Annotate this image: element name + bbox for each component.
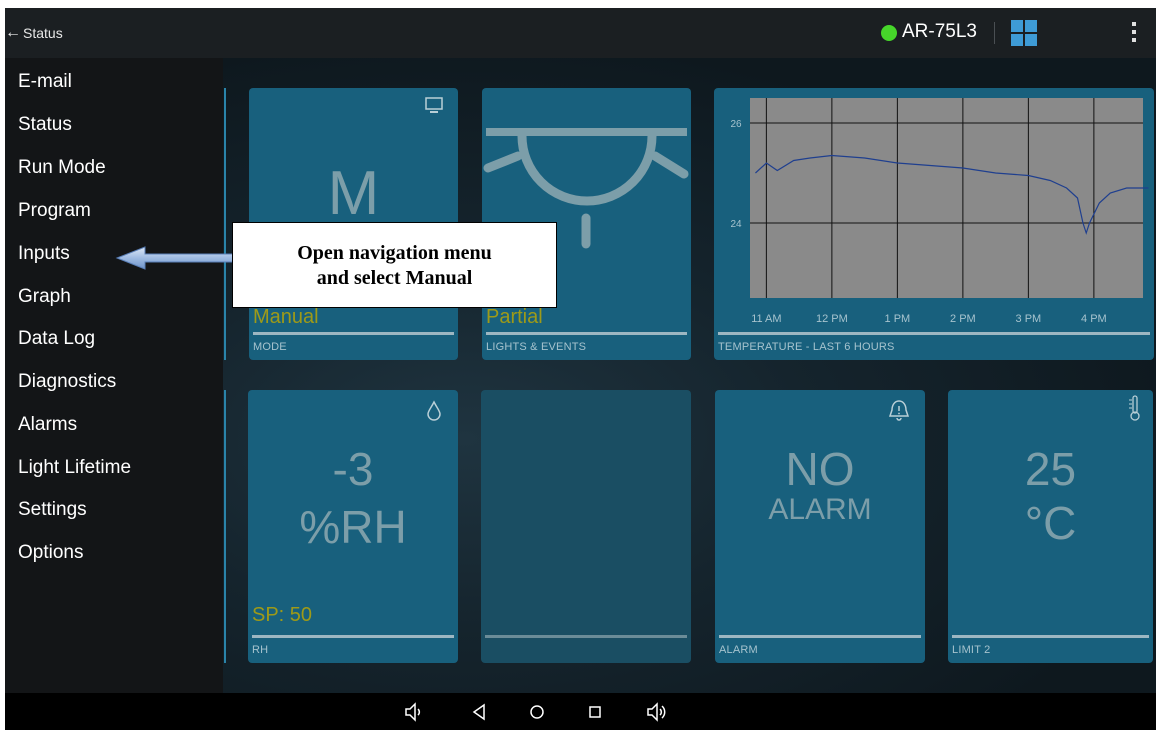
kebab-menu-icon[interactable] [1129,22,1139,44]
tile-bar [718,332,1150,335]
drawer-edge [224,88,226,360]
back-button[interactable]: ← Status [5,8,63,58]
droplet-icon [427,400,441,421]
system-nav-bar [5,693,1156,730]
navigation-drawer: E-mail Status Run Mode Program Inputs Gr… [5,58,223,693]
bell-alert-icon [888,400,910,421]
tile-bar [485,635,687,638]
grid-icon[interactable] [1011,20,1038,46]
rh-unit: %RH [299,501,407,553]
chart-x-tick-label: 11 AM [751,313,781,325]
mode-footer: MODE [253,341,287,353]
temperature-chart-tile[interactable]: 11 AM 12 PM 1 PM 2 PM 3 PM 4 PM 24 26 TEMPERATU… [714,88,1154,360]
status-dot-icon [881,25,897,41]
chart-y-tick-label: 24 [730,219,742,230]
nav-item-light-lifetime[interactable]: Light Lifetime [18,457,131,479]
mode-value: M [327,159,380,228]
callout-line-1: Open navigation menu [297,242,492,264]
empty-tile[interactable] [481,390,691,663]
tile-bar [486,332,687,335]
nav-item-data-log[interactable]: Data Log [18,328,95,350]
tile-bar [719,635,921,638]
rh-value: -3 [332,443,374,495]
volume-up-icon[interactable] [645,701,669,723]
nav-item-program[interactable]: Program [18,200,91,222]
alarm-value: NO [785,443,855,495]
tile-bar [252,635,454,638]
monitor-icon [425,97,443,113]
chart-x-tick-label: 3 PM [1016,313,1042,325]
chart-x-tick-label: 1 PM [885,313,911,325]
rh-setpoint: SP: 50 [252,604,313,626]
nav-item-settings[interactable]: Settings [18,499,87,521]
drawer-edge [224,390,226,663]
back-icon[interactable] [470,701,488,723]
instruction-callout: Open navigation menu and select Manual [232,222,557,308]
tablet-screen: ← Status AR-75L3 M Manual MODE Partial L… [5,8,1156,730]
chart-x-tick-label: 12 PM [816,313,848,325]
nav-item-options[interactable]: Options [18,542,83,564]
alarm-footer: ALARM [719,644,758,656]
nav-item-inputs[interactable]: Inputs [18,243,70,265]
rh-tile[interactable]: -3 %RH SP: 50 RH [248,390,458,663]
divider [994,22,995,44]
limit2-footer: LIMIT 2 [952,644,991,656]
thermometer-icon [1129,395,1140,421]
home-icon[interactable] [528,701,546,723]
chart-plot-area [750,98,1143,298]
callout-line-2: and select Manual [316,267,473,289]
nav-item-email[interactable]: E-mail [18,71,72,93]
tile-bar [253,332,454,335]
temperature-chart: 11 AM 12 PM 1 PM 2 PM 3 PM 4 PM 24 26 [730,98,1149,325]
lights-sub: Partial [486,306,543,328]
chart-x-tick-label: 2 PM [950,313,976,325]
back-arrow-icon: ← [5,24,21,41]
lights-footer: LIGHTS & EVENTS [486,341,587,353]
chart-y-tick-label: 26 [730,119,742,130]
limit2-value: 25 [1024,443,1077,495]
limit2-tile[interactable]: 25 °C LIMIT 2 [948,390,1153,663]
callout-arrow-icon [115,246,239,270]
nav-item-diagnostics[interactable]: Diagnostics [18,371,116,393]
device-name[interactable]: AR-75L3 [902,21,977,43]
back-label: Status [23,25,63,41]
nav-item-status[interactable]: Status [18,114,72,136]
nav-item-graph[interactable]: Graph [18,286,71,308]
chart-x-tick-label: 4 PM [1081,313,1107,325]
mode-sub: Manual [253,306,319,328]
nav-item-run-mode[interactable]: Run Mode [18,157,106,179]
nav-item-alarms[interactable]: Alarms [18,414,77,436]
volume-down-icon[interactable] [403,701,423,723]
alarm-sub: ALARM [768,493,872,526]
tile-bar [952,635,1149,638]
top-bar: ← Status AR-75L3 [5,8,1156,58]
rh-footer: RH [252,644,269,656]
chart-xlabel: TEMPERATURE - LAST 6 HOURS [718,341,895,353]
alarm-tile[interactable]: NO ALARM ALARM [715,390,925,663]
limit2-unit: °C [1024,497,1077,549]
recents-icon[interactable] [586,701,604,723]
